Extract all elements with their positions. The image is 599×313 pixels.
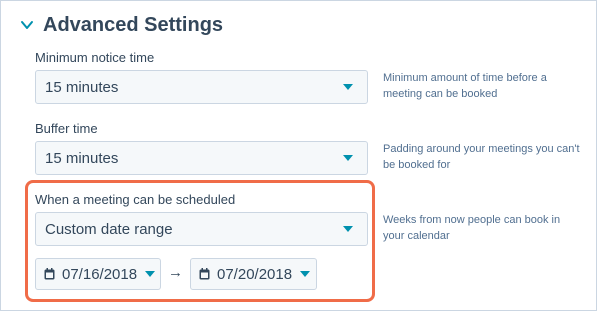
schedule-help: Weeks from now people can book in your c… [383, 214, 561, 242]
schedule-value: Custom date range [45, 220, 173, 238]
min-notice-select[interactable]: 15 minutes [35, 70, 368, 104]
end-date-picker[interactable]: 07/20/2018 [190, 258, 317, 290]
caret-down-icon [343, 155, 353, 161]
section-title: Advanced Settings [43, 13, 224, 36]
range-arrow: → [168, 264, 183, 281]
caret-down-icon [343, 84, 353, 90]
schedule-select[interactable]: Custom date range [35, 212, 368, 246]
buffer-label: Buffer time [35, 121, 98, 136]
caret-down-icon [145, 271, 156, 277]
buffer-select[interactable]: 15 minutes [35, 141, 368, 175]
calendar-icon [44, 268, 55, 280]
end-date-value: 07/20/2018 [217, 265, 293, 283]
start-date-value: 07/16/2018 [62, 265, 138, 283]
calendar-icon [199, 268, 210, 280]
min-notice-value: 15 minutes [45, 78, 119, 96]
start-date-picker[interactable]: 07/16/2018 [35, 258, 161, 290]
buffer-help: Padding around your meetings you can't b… [383, 143, 580, 171]
caret-down-icon [300, 271, 311, 277]
min-notice-help: Minimum amount of time before a meeting … [383, 72, 547, 100]
caret-down-icon [343, 226, 353, 232]
min-notice-label: Minimum notice time [35, 50, 155, 65]
chevron-down-icon[interactable] [20, 18, 34, 32]
schedule-label: When a meeting can be scheduled [35, 192, 236, 207]
advanced-settings-header[interactable]: Advanced Settings [20, 12, 223, 38]
buffer-value: 15 minutes [45, 149, 119, 167]
